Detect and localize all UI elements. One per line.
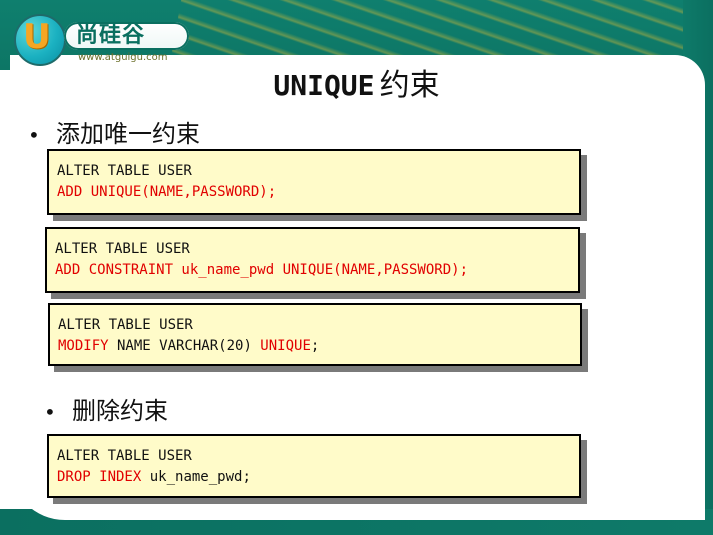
bullet-add-unique: • 添加唯一约束	[28, 114, 200, 149]
logo-letter: U	[23, 17, 51, 57]
code-keyword: ADD UNIQUE(NAME,PASSWORD);	[57, 184, 277, 200]
code-block-2: ALTER TABLE USER ADD CONSTRAINT uk_name_…	[45, 227, 580, 293]
code-text: ALTER TABLE USER	[58, 317, 193, 333]
code-text: NAME VARCHAR(20)	[108, 338, 261, 354]
bullet-remove-constraint: • 删除约束	[44, 391, 168, 426]
code-text: uk_name_pwd;	[141, 469, 251, 485]
code-text: ALTER TABLE USER	[57, 448, 192, 464]
code-line: ADD CONSTRAINT uk_name_pwd UNIQUE(NAME,P…	[55, 260, 570, 281]
bullet-remove-text: 删除约束	[72, 397, 168, 425]
slide-title-code: UNIQUE	[273, 69, 375, 102]
code-text: ALTER TABLE USER	[55, 241, 190, 257]
code-line: ALTER TABLE USER	[55, 239, 570, 260]
code-text: ALTER TABLE USER	[57, 163, 192, 179]
slide-title: UNIQUE 约束	[0, 60, 713, 104]
code-line: ALTER TABLE USER	[57, 446, 571, 467]
logo-title-pill: 尚硅谷	[64, 22, 189, 50]
code-text: ;	[310, 338, 320, 354]
logo-text: 尚硅谷	[76, 23, 146, 48]
bullet-add-unique-text: 添加唯一约束	[56, 120, 200, 148]
code-block-3: ALTER TABLE USER MODIFY NAME VARCHAR(20)…	[48, 303, 582, 366]
bullet-dot-icon: •	[28, 123, 40, 147]
code-line: MODIFY NAME VARCHAR(20) UNIQUE;	[58, 336, 572, 357]
code-line: ALTER TABLE USER	[58, 315, 572, 336]
code-block-4: ALTER TABLE USER DROP INDEX uk_name_pwd;	[47, 434, 581, 498]
code-keyword: UNIQUE	[260, 338, 311, 354]
code-line: DROP INDEX uk_name_pwd;	[57, 467, 571, 488]
slide-title-text: 约束	[379, 68, 440, 103]
code-keyword: ADD CONSTRAINT uk_name_pwd UNIQUE(NAME,P…	[55, 262, 469, 278]
brand-logo: U 尚硅谷 www.atguigu.com	[14, 14, 189, 66]
code-block-1: ALTER TABLE USER ADD UNIQUE(NAME,PASSWOR…	[47, 149, 581, 215]
code-line: ALTER TABLE USER	[57, 161, 571, 182]
bullet-dot-icon: •	[44, 400, 56, 424]
code-line: ADD UNIQUE(NAME,PASSWORD);	[57, 182, 571, 203]
code-keyword: DROP INDEX	[57, 469, 142, 485]
code-keyword: MODIFY	[58, 338, 109, 354]
